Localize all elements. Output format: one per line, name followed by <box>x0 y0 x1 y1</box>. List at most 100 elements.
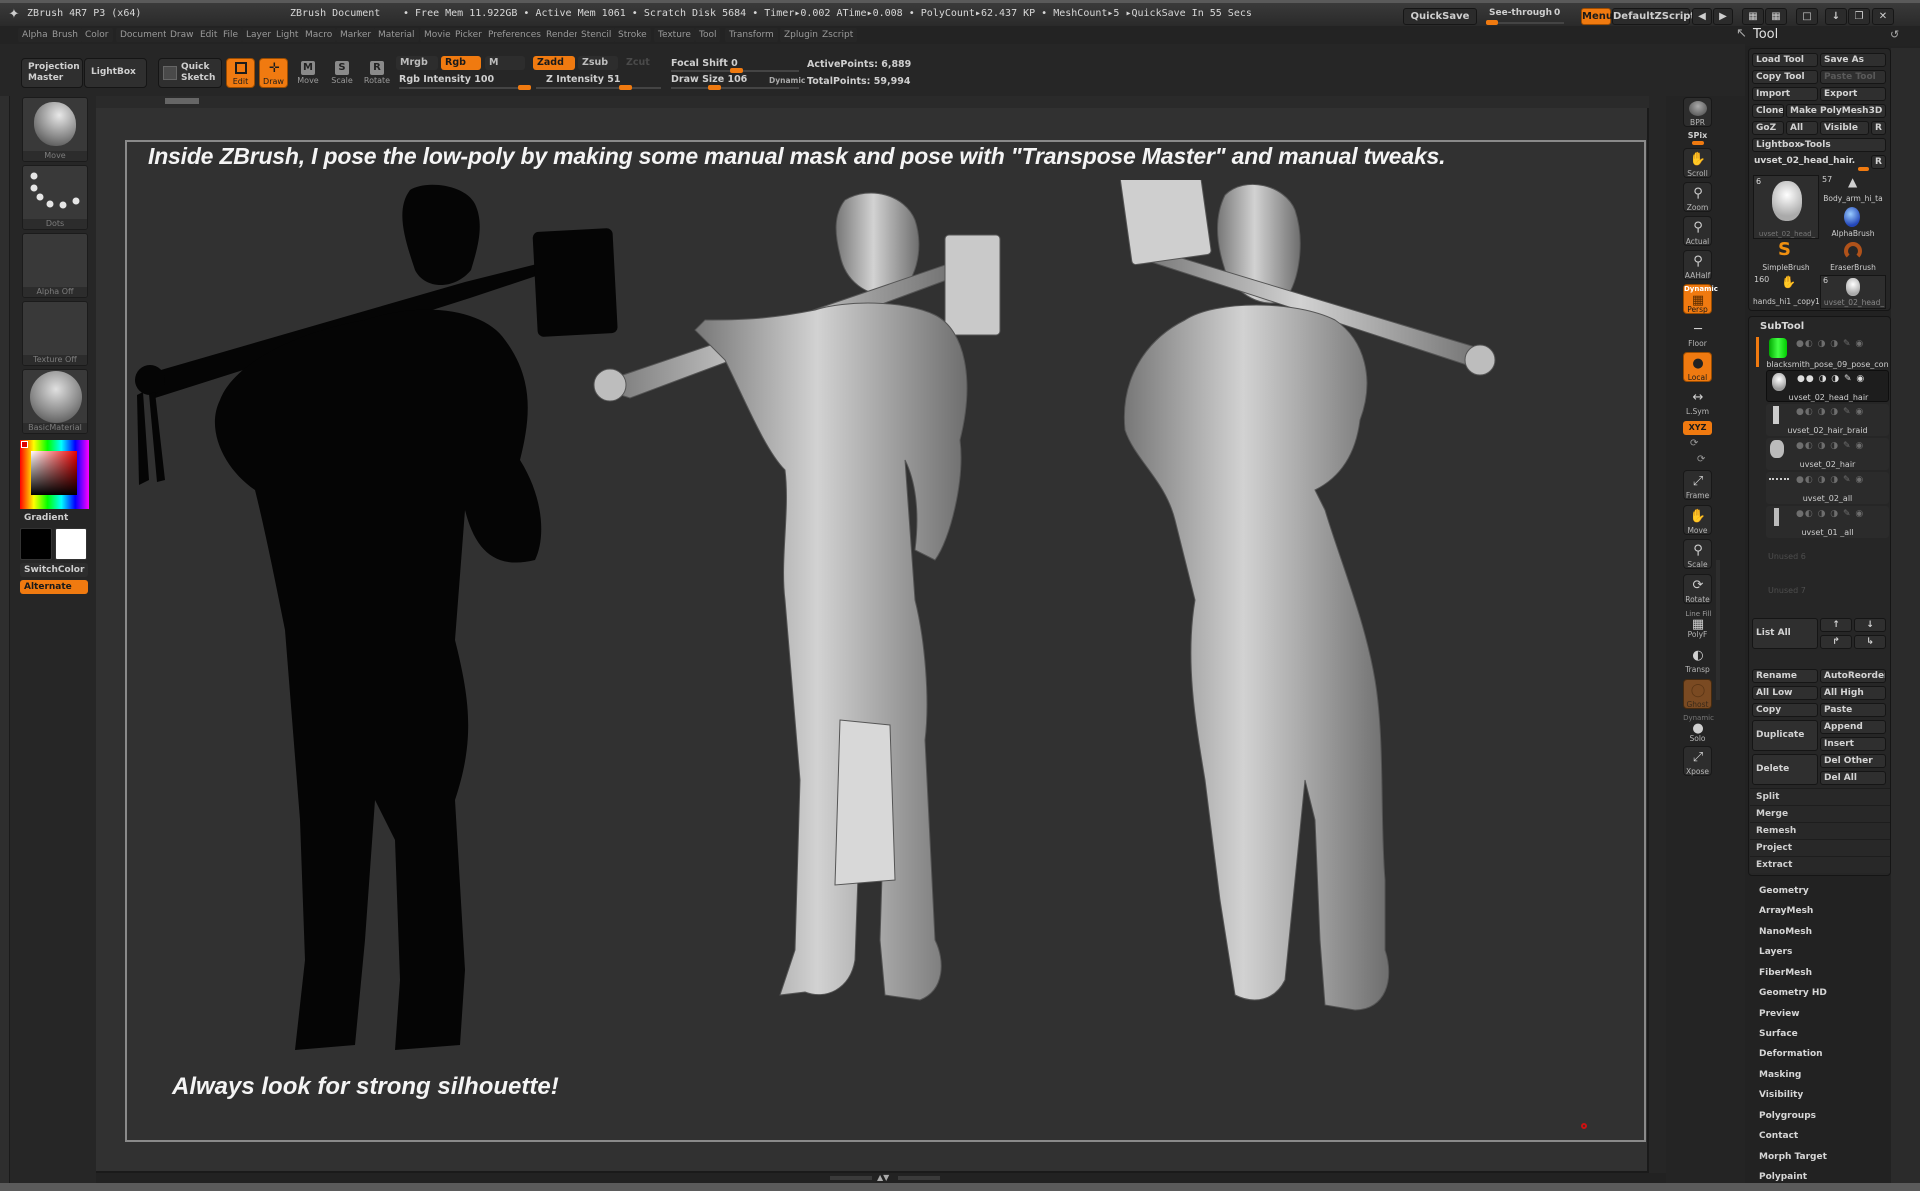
menu-stencil[interactable]: Stencil <box>577 28 616 42</box>
texture-selector[interactable]: Texture Off <box>22 301 88 366</box>
current-tool-knob[interactable] <box>1858 167 1869 171</box>
copy-tool-button[interactable]: Copy Tool <box>1752 70 1818 84</box>
deformation-section[interactable]: Deformation <box>1759 1049 1823 1059</box>
document-scrollbar[interactable] <box>96 96 1649 108</box>
move-up-icon[interactable]: ↑ <box>1820 618 1852 632</box>
make-polymesh3d-button[interactable]: Make PolyMesh3D <box>1786 104 1886 118</box>
menu-movie[interactable]: Movie <box>420 28 455 42</box>
stroke-selector[interactable]: Dots <box>22 165 88 230</box>
tray-left-icon[interactable]: ◀ <box>1692 8 1712 25</box>
menu-zscript[interactable]: Zscript <box>818 28 858 42</box>
projection-master-button[interactable]: Projection Master <box>21 58 83 88</box>
load-tool-button[interactable]: Load Tool <box>1752 53 1818 67</box>
geometry-section[interactable]: Geometry <box>1759 886 1809 896</box>
tool-thumb-body-arm[interactable]: 57 ▲ Body_arm_hi_ta <box>1820 175 1886 205</box>
fibermesh-section[interactable]: FiberMesh <box>1759 968 1812 978</box>
draw-size-knob[interactable] <box>708 85 721 90</box>
rename-button[interactable]: Rename <box>1752 669 1818 683</box>
menu-layer[interactable]: Layer <box>242 28 276 42</box>
nanomesh-section[interactable]: NanoMesh <box>1759 927 1812 937</box>
subtool-toggles-icon[interactable]: ●◐ ◑ ◑ ✎ ◉ <box>1796 441 1864 451</box>
lightbox-button[interactable]: LightBox <box>84 58 147 88</box>
zcut-toggle[interactable]: Zcut <box>622 56 662 70</box>
delete-button[interactable]: Delete <box>1752 754 1818 785</box>
goz-button[interactable]: GoZ <box>1752 121 1784 135</box>
edit-button[interactable]: Edit <box>226 58 255 88</box>
import-button[interactable]: Import <box>1752 87 1818 101</box>
tool-palette-scroll-area[interactable] <box>1891 48 1920 1183</box>
left-tray-edge[interactable] <box>0 96 10 1191</box>
surface-section[interactable]: Surface <box>1759 1029 1798 1039</box>
z-rotate-icon[interactable]: ⟳ <box>1697 454 1705 465</box>
bpr-button[interactable]: BPR <box>1683 97 1712 127</box>
rotate-button[interactable]: R Rotate <box>362 58 392 88</box>
menu-color[interactable]: Color <box>81 28 113 42</box>
rotate-view-button[interactable]: ⟳ Rotate <box>1683 574 1712 604</box>
paste-subtool-button[interactable]: Paste <box>1820 703 1886 717</box>
layers-section[interactable]: Layers <box>1759 947 1792 957</box>
default-zscript-button[interactable]: DefaultZScript <box>1612 8 1695 25</box>
draw-button[interactable]: ✛ Draw <box>259 58 288 88</box>
menu-preferences[interactable]: Preferences <box>484 28 545 42</box>
all-high-button[interactable]: All High <box>1820 686 1886 700</box>
subtool-row[interactable]: ●◐ ◑ ◑ ✎ ◉ uvset_02_hair <box>1766 438 1889 470</box>
bottom-tray-handle-right[interactable] <box>898 1176 940 1180</box>
subtool-scroll-indicator[interactable] <box>1756 337 1759 367</box>
dynamic-toggle[interactable]: Dynamic <box>769 76 805 85</box>
alternate-button[interactable]: Alternate <box>20 580 88 594</box>
clone-button[interactable]: Clone <box>1752 104 1784 118</box>
subtool-title[interactable]: SubTool <box>1760 321 1804 332</box>
tool-thumb-head[interactable]: 6 uvset_02_head_ <box>1753 175 1819 239</box>
rgb-intensity-slider[interactable]: Rgb Intensity 100 <box>399 74 494 85</box>
goz-visible-button[interactable]: Visible <box>1820 121 1869 135</box>
menu-material[interactable]: Material <box>374 28 419 42</box>
del-other-button[interactable]: Del Other <box>1820 754 1886 768</box>
auto-reorder-button[interactable]: AutoReorder <box>1820 669 1886 683</box>
frame-button[interactable]: ⤢ Frame <box>1683 470 1712 500</box>
menus-toggle[interactable]: Menus <box>1581 8 1619 25</box>
menu-draw[interactable]: Draw <box>166 28 198 42</box>
scroll-button[interactable]: ✋ Scroll <box>1683 148 1712 178</box>
copy-subtool-button[interactable]: Copy <box>1752 703 1818 717</box>
minimize-icon[interactable]: ↓ <box>1825 8 1847 25</box>
subtool-row[interactable]: ●◐ ◑ ◑ ✎ ◉ uvset_02_all <box>1766 472 1889 504</box>
zsub-toggle[interactable]: Zsub <box>578 56 618 70</box>
subtool-row[interactable]: ●◐ ◑ ◑ ✎ ◉ uvset_02_hair_braid <box>1766 404 1889 436</box>
z-intensity-knob[interactable] <box>619 85 632 90</box>
panel-reset-icon[interactable]: ↺ <box>1890 28 1899 41</box>
close-icon[interactable]: ✕ <box>1872 8 1894 25</box>
goz-all-button[interactable]: All <box>1786 121 1818 135</box>
subtool-toggles-icon[interactable]: ●◐ ◑ ◑ ✎ ◉ <box>1796 407 1864 417</box>
lock-icon[interactable]: □ <box>1796 8 1818 25</box>
geometry-hd-section[interactable]: Geometry HD <box>1759 988 1827 998</box>
solo-button[interactable]: Dynamic ● Solo <box>1683 713 1714 743</box>
quicksave-button[interactable]: QuickSave <box>1403 8 1477 25</box>
ghost-button[interactable]: ◯ Ghost <box>1683 679 1712 709</box>
menu-macro[interactable]: Macro <box>301 28 337 42</box>
zoom-button[interactable]: ⚲ Zoom <box>1683 182 1712 212</box>
menu-file[interactable]: File <box>219 28 243 42</box>
rgb-intensity-knob[interactable] <box>518 85 531 90</box>
secondary-color-swatch[interactable] <box>20 528 52 560</box>
menu-brush[interactable]: Brush <box>48 28 82 42</box>
polypaint-section[interactable]: Polypaint <box>1759 1172 1807 1182</box>
prev-layout-icon[interactable]: ▦ <box>1742 8 1764 25</box>
quick-sketch-button[interactable]: Quick Sketch <box>158 58 222 88</box>
save-as-button[interactable]: Save As <box>1820 53 1886 67</box>
contact-section[interactable]: Contact <box>1759 1131 1798 1141</box>
lightbox-tools-button[interactable]: Lightbox▸Tools <box>1752 138 1886 152</box>
masking-section[interactable]: Masking <box>1759 1070 1801 1080</box>
tool-panel-header[interactable]: ↖ Tool ↺ <box>1730 26 1920 46</box>
goz-r-button[interactable]: R <box>1871 121 1886 135</box>
aahalf-button[interactable]: ⚲ AAHalf <box>1683 250 1712 280</box>
y-rotate-icon[interactable]: ⟳ <box>1690 438 1698 449</box>
main-color-swatch[interactable] <box>55 528 87 560</box>
extract-section[interactable]: Extract <box>1750 856 1890 873</box>
spix-knob[interactable] <box>1691 141 1704 145</box>
focal-shift-knob[interactable] <box>730 68 743 73</box>
draw-size-slider[interactable]: Draw Size 106 <box>671 74 747 85</box>
xpose-button[interactable]: ⤢ Xpose <box>1683 746 1712 776</box>
paste-tool-button[interactable]: Paste Tool <box>1820 70 1886 84</box>
right-shelf-scrollbar[interactable] <box>1716 560 1720 700</box>
transp-button[interactable]: ◐ Transp <box>1683 644 1712 674</box>
